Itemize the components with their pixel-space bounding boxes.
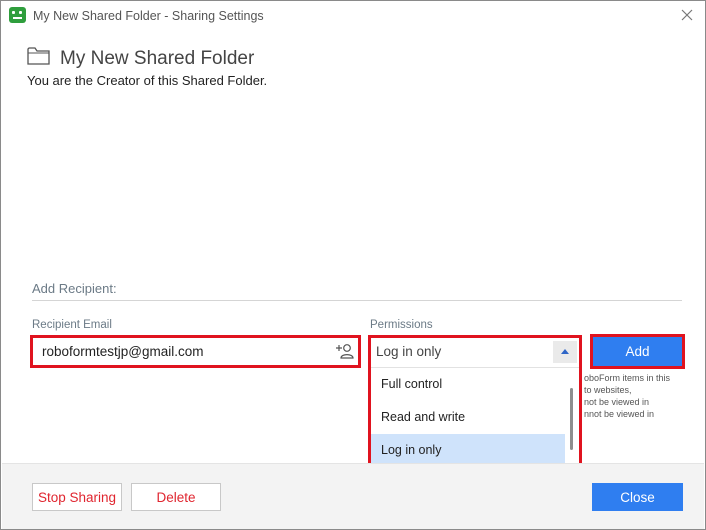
sharing-settings-window: My New Shared Folder - Sharing Settings … bbox=[0, 0, 706, 530]
divider bbox=[32, 300, 682, 301]
delete-button[interactable]: Delete bbox=[131, 483, 221, 511]
stop-sharing-button[interactable]: Stop Sharing bbox=[32, 483, 122, 511]
footer-bar: Stop Sharing Delete Close bbox=[2, 464, 704, 529]
help-text-line: oboForm items in this bbox=[584, 373, 671, 383]
title-bar: My New Shared Folder - Sharing Settings bbox=[1, 1, 705, 31]
email-highlight bbox=[30, 335, 361, 368]
folder-icon bbox=[27, 46, 51, 66]
help-text-line: nnot be viewed in bbox=[584, 409, 655, 419]
folder-title: My New Shared Folder bbox=[60, 48, 255, 69]
window-title: My New Shared Folder - Sharing Settings bbox=[33, 9, 264, 23]
help-text-line: to websites, bbox=[584, 385, 632, 395]
add-recipient-heading: Add Recipient: bbox=[32, 281, 117, 296]
roboform-icon bbox=[9, 7, 26, 23]
help-text-line: not be viewed in bbox=[584, 397, 650, 407]
permissions-label: Permissions bbox=[370, 319, 433, 331]
permissions-highlight bbox=[368, 335, 582, 467]
add-highlight bbox=[590, 334, 685, 369]
recipient-email-label: Recipient Email bbox=[32, 319, 112, 331]
close-button[interactable]: Close bbox=[592, 483, 683, 511]
close-icon[interactable] bbox=[677, 5, 697, 25]
creator-note: You are the Creator of this Shared Folde… bbox=[27, 73, 268, 88]
